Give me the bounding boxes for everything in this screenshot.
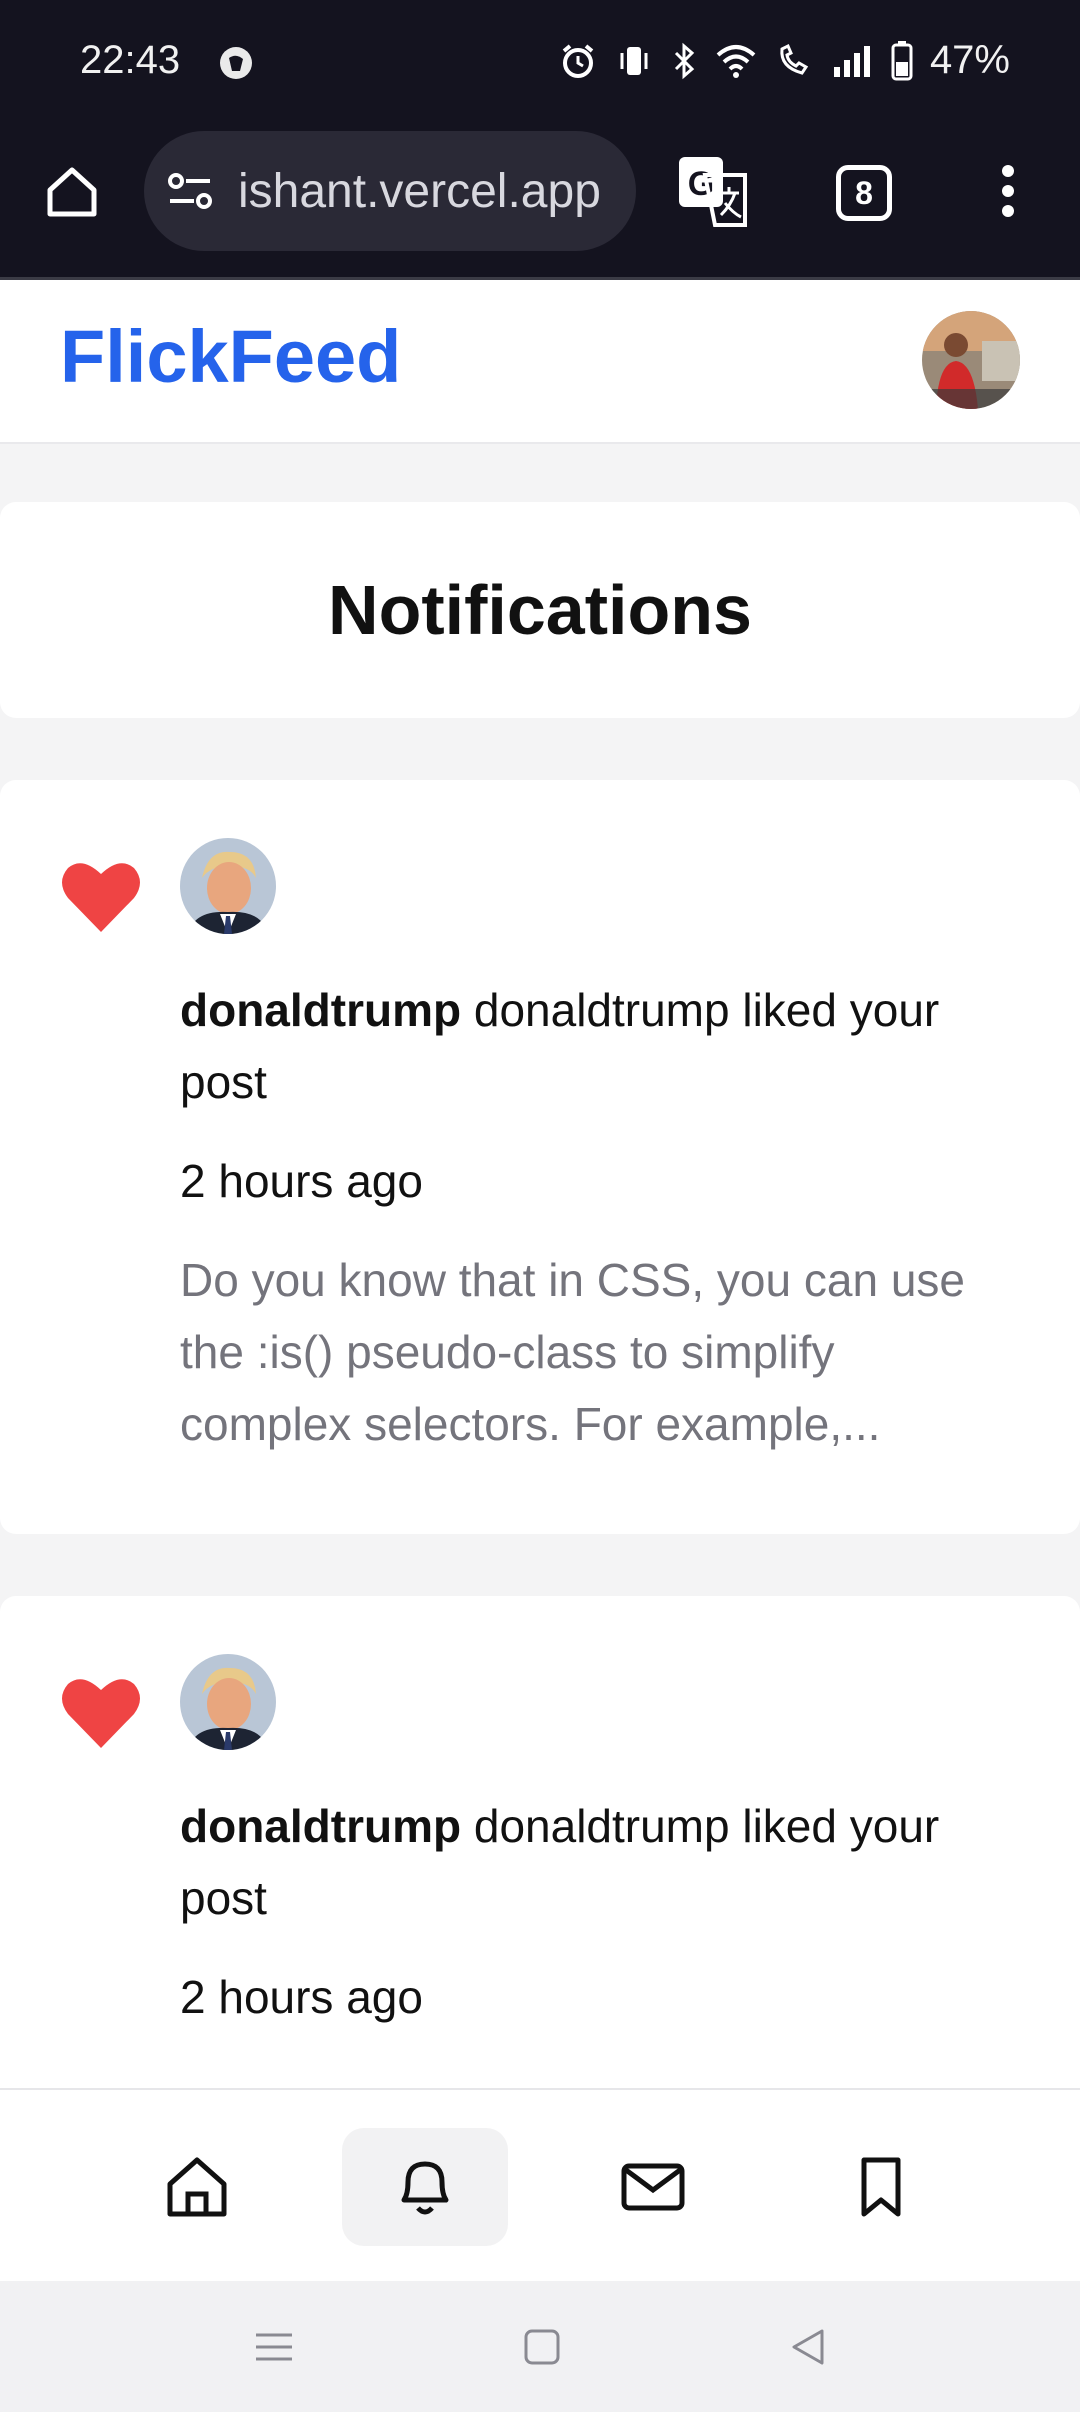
post-preview[interactable]: Do you know that in CSS, you can use the… xyxy=(180,1244,1000,1460)
page-title: Notifications xyxy=(328,571,752,649)
notification-time: 2 hours ago xyxy=(180,1971,423,2023)
back-icon[interactable] xyxy=(784,2323,832,2371)
browser-toolbar: ishant.vercel.app G 8 xyxy=(0,125,1080,280)
site-settings-icon[interactable] xyxy=(164,165,216,217)
bookmark-icon xyxy=(861,2157,901,2217)
notification-message: donaldtrump donaldtrump liked your post xyxy=(180,974,1000,1118)
signal-icon xyxy=(833,45,870,77)
heart-icon xyxy=(62,863,140,932)
battery-icon xyxy=(891,40,913,80)
translate-icon[interactable]: G xyxy=(675,153,751,229)
page-title-card: Notifications xyxy=(0,502,1080,718)
avatar[interactable] xyxy=(180,1654,276,1750)
more-menu-icon[interactable] xyxy=(992,159,1024,223)
notification-username[interactable]: donaldtrump xyxy=(180,984,461,1036)
nav-messages-button[interactable] xyxy=(570,2128,736,2246)
status-bar: 22:43 47% xyxy=(0,0,1080,125)
system-nav-bar xyxy=(0,2281,1080,2412)
wifi-calling-icon xyxy=(780,43,809,75)
app-header: FlickFeed xyxy=(0,280,1080,444)
app-notification-icon xyxy=(220,47,252,79)
profile-avatar[interactable] xyxy=(922,311,1020,409)
notification-username[interactable]: donaldtrump xyxy=(180,1800,461,1852)
battery-percent: 47% xyxy=(929,38,1010,82)
home-icon xyxy=(167,2157,227,2217)
heart-icon xyxy=(62,1679,140,1748)
nav-notifications-button[interactable] xyxy=(342,2128,508,2246)
status-time: 22:43 xyxy=(80,38,181,82)
mail-icon xyxy=(621,2163,685,2211)
bell-icon xyxy=(401,2161,449,2215)
nav-home-button[interactable] xyxy=(114,2128,280,2246)
notification-time: 2 hours ago xyxy=(180,1155,423,1207)
home-button-icon[interactable] xyxy=(518,2323,566,2371)
avatar[interactable] xyxy=(180,838,276,934)
wifi-icon xyxy=(716,44,756,78)
notification-message: donaldtrump donaldtrump liked your post xyxy=(180,1790,1000,1934)
notification-card[interactable]: donaldtrump donaldtrump liked your post … xyxy=(0,780,1080,1534)
tab-switcher-button[interactable]: 8 xyxy=(836,165,892,221)
vibrate-icon xyxy=(620,46,648,75)
nav-bookmarks-button[interactable] xyxy=(798,2128,964,2246)
alarm-icon xyxy=(562,43,594,78)
brand-logo[interactable]: FlickFeed xyxy=(60,314,401,399)
bottom-nav xyxy=(0,2088,1080,2283)
recent-apps-icon[interactable] xyxy=(250,2323,298,2371)
address-bar[interactable]: ishant.vercel.app xyxy=(144,131,636,251)
url-text[interactable]: ishant.vercel.app xyxy=(238,164,601,219)
home-icon[interactable] xyxy=(40,160,104,224)
bluetooth-icon xyxy=(674,42,695,79)
notification-card[interactable]: donaldtrump donaldtrump liked your post … xyxy=(0,1596,1080,2136)
